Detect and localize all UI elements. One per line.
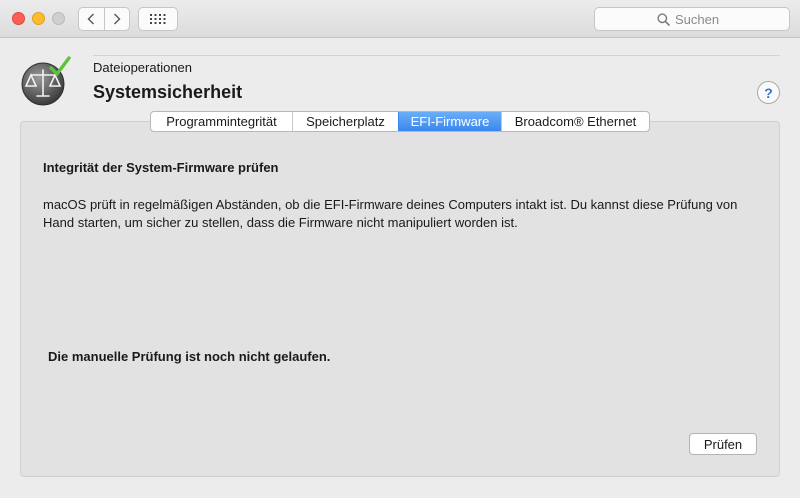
page-title: Systemsicherheit: [93, 82, 243, 102]
chevron-left-icon: [87, 13, 95, 25]
preferences-window: Dateioperationen Systemsicherheit ? Prog…: [0, 0, 800, 498]
title-bar: [0, 0, 800, 38]
search-field[interactable]: [594, 7, 790, 31]
show-all-button[interactable]: [138, 7, 178, 31]
tab-speicherplatz[interactable]: Speicherplatz: [292, 112, 398, 131]
description-text: macOS prüft in regelmäßigen Abständen, o…: [43, 197, 738, 230]
close-button[interactable]: [12, 12, 25, 25]
scales-check-icon: [20, 56, 72, 108]
forward-button[interactable]: [103, 8, 129, 30]
help-icon: ?: [764, 84, 773, 101]
search-input[interactable]: [675, 11, 727, 27]
tab-broadcom-ethernet[interactable]: Broadcom® Ethernet: [501, 112, 649, 131]
minimize-button[interactable]: [32, 12, 45, 25]
search-icon: [657, 12, 670, 26]
check-button[interactable]: Prüfen: [689, 433, 757, 455]
chevron-right-icon: [113, 13, 121, 25]
tab-efi-firmware[interactable]: EFI-Firmware: [398, 112, 501, 131]
navigation-buttons: [78, 7, 130, 31]
grid-icon: [150, 14, 166, 24]
pane-category: Dateioperationen: [93, 60, 193, 75]
status-text: Die manuelle Prüfung ist noch nicht gela…: [48, 349, 331, 364]
help-button[interactable]: ?: [757, 81, 780, 104]
tab-bar: Programmintegrität Speicherplatz EFI-Fir…: [150, 111, 650, 132]
header-divider: [93, 55, 780, 56]
back-button[interactable]: [79, 8, 104, 30]
zoom-button[interactable]: [52, 12, 65, 25]
tab-programmintegritaet[interactable]: Programmintegrität: [151, 112, 292, 131]
section-title: Integrität der System-Firmware prüfen: [43, 160, 279, 175]
